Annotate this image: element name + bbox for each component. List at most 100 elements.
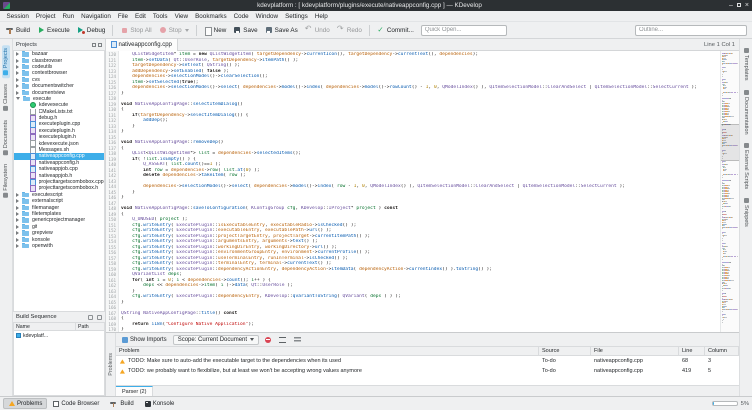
expander-icon[interactable] bbox=[16, 52, 19, 56]
line-number-gutter[interactable]: 1201211221231241251261271281291301311321… bbox=[106, 51, 119, 332]
expander-icon[interactable] bbox=[16, 238, 19, 242]
statusbar-tab-build[interactable]: Build bbox=[105, 398, 138, 410]
problems-column-source[interactable]: Source bbox=[539, 347, 591, 355]
menu-tools[interactable]: Tools bbox=[149, 13, 171, 20]
close-toolview-button[interactable] bbox=[98, 43, 102, 47]
new-button[interactable]: New bbox=[201, 25, 230, 35]
maximize-button[interactable] bbox=[737, 2, 741, 9]
toolview-tab-filesystem[interactable]: Filesystem bbox=[2, 161, 10, 201]
problems-column-column[interactable]: Column bbox=[705, 347, 739, 355]
tree-item-openwith[interactable]: openwith bbox=[14, 243, 104, 249]
save-as-button[interactable]: Save As bbox=[262, 25, 301, 35]
minimap-scrollbar[interactable] bbox=[720, 51, 739, 332]
expander-icon[interactable] bbox=[16, 65, 19, 69]
remove-from-build-sequence-button[interactable] bbox=[97, 315, 102, 320]
build-sequence-column-path[interactable]: Path bbox=[76, 323, 104, 330]
stop-all-button[interactable]: Stop All bbox=[117, 25, 154, 35]
minimize-button[interactable]: – bbox=[729, 2, 733, 9]
expander-icon[interactable] bbox=[16, 206, 19, 210]
menu-edit[interactable]: Edit bbox=[132, 13, 150, 20]
add-to-build-sequence-button[interactable] bbox=[88, 315, 93, 320]
detach-toolview-button[interactable] bbox=[92, 43, 96, 47]
expander-icon[interactable] bbox=[16, 78, 19, 82]
problems-column-file[interactable]: File bbox=[591, 347, 679, 355]
menu-help[interactable]: Help bbox=[311, 13, 331, 20]
expander-icon[interactable] bbox=[16, 97, 20, 100]
stop-button[interactable]: Stop bbox=[156, 25, 192, 35]
menu-session[interactable]: Session bbox=[3, 13, 32, 20]
expander-icon[interactable] bbox=[16, 225, 19, 229]
save-button[interactable]: Save bbox=[230, 25, 260, 35]
menu-project[interactable]: Project bbox=[32, 13, 59, 20]
build-sequence-column-name[interactable]: Name bbox=[14, 323, 76, 330]
chevron-down-icon bbox=[250, 338, 254, 341]
menu-file[interactable]: File bbox=[114, 13, 131, 20]
menu-window[interactable]: Window bbox=[252, 13, 281, 20]
undo-button[interactable]: Undo bbox=[302, 25, 333, 35]
problem-row[interactable]: TODO: Make sure to auto-add the executab… bbox=[116, 356, 739, 366]
line-number: 130 bbox=[106, 107, 116, 113]
scope-dropdown[interactable]: Scope: Current Document bbox=[173, 335, 259, 345]
problems-table-body: TODO: Make sure to auto-add the executab… bbox=[116, 356, 739, 385]
line-number: 158 bbox=[106, 261, 116, 267]
main-area: Projects Classes Documents Filesystem Proje… bbox=[0, 39, 752, 396]
statusbar-tab-problems[interactable]: Problems bbox=[3, 398, 47, 409]
projects-toolview: Projects bazaarclassbrowsercodeutilscont… bbox=[13, 39, 106, 396]
toolview-tab-snippets[interactable]: Snippets bbox=[742, 195, 750, 230]
redo-button[interactable]: Redo bbox=[334, 25, 365, 35]
titlebar[interactable]: kdevplatform : [ kdevplatform/plugins/ex… bbox=[0, 0, 752, 11]
toolview-tab-templates[interactable]: Templates bbox=[742, 45, 750, 84]
execute-button[interactable]: Execute bbox=[34, 25, 73, 35]
debug-button[interactable]: Debug bbox=[74, 25, 109, 35]
commit-button[interactable]: Commit... bbox=[374, 25, 417, 35]
expander-icon[interactable] bbox=[16, 231, 19, 235]
menu-view[interactable]: View bbox=[171, 13, 192, 20]
toolview-tab-external-scripts[interactable]: External Scripts bbox=[742, 140, 750, 192]
show-imports-button[interactable]: Show Imports bbox=[120, 336, 169, 344]
toolview-tab-documentation[interactable]: Documentation bbox=[742, 87, 750, 138]
expander-icon[interactable] bbox=[16, 199, 19, 203]
outline-input[interactable] bbox=[635, 25, 747, 36]
checkbox[interactable] bbox=[16, 333, 21, 338]
expander-icon[interactable] bbox=[16, 212, 19, 216]
line-number: 166 bbox=[106, 305, 116, 311]
severity-filter-button[interactable] bbox=[263, 336, 273, 344]
build-sequence-row[interactable]: kdevplatf... bbox=[14, 331, 104, 340]
close-button[interactable]: × bbox=[745, 2, 749, 9]
folder-icon bbox=[22, 90, 29, 96]
toolview-tab-classes[interactable]: Classes bbox=[2, 81, 10, 114]
build-button[interactable]: Build bbox=[3, 25, 33, 35]
code-editor[interactable]: QListWidgetItem* item = new QListWidgetI… bbox=[119, 51, 720, 332]
toolview-tab-projects[interactable]: Projects bbox=[2, 45, 10, 78]
statusbar-tab-code-browser[interactable]: Code Browser bbox=[48, 399, 104, 409]
flatten-button[interactable] bbox=[292, 336, 303, 344]
minimap-viewport[interactable] bbox=[721, 124, 739, 161]
line-number: 120 bbox=[106, 52, 116, 58]
grouping-button[interactable] bbox=[277, 336, 288, 344]
menu-bookmarks[interactable]: Bookmarks bbox=[192, 13, 231, 20]
expander-icon[interactable] bbox=[16, 84, 19, 88]
problems-table-header: ProblemSourceFileLineColumn bbox=[116, 346, 739, 356]
menu-settings[interactable]: Settings bbox=[282, 13, 312, 20]
statusbar-tab-konsole[interactable]: Konsole bbox=[140, 399, 180, 409]
quick-open-input[interactable] bbox=[421, 25, 507, 36]
expander-icon[interactable] bbox=[16, 218, 19, 222]
problem-row[interactable]: TODO: we probably want to flexibilize, b… bbox=[116, 366, 739, 376]
menu-code[interactable]: Code bbox=[230, 13, 252, 20]
toolbar-separator bbox=[196, 25, 197, 36]
problems-panel: Problems Show Imports Scope: Current Doc… bbox=[106, 332, 739, 396]
expander-icon[interactable] bbox=[16, 244, 19, 248]
expander-icon[interactable] bbox=[16, 71, 19, 75]
expander-icon[interactable] bbox=[16, 59, 19, 63]
menu-navigation[interactable]: Navigation bbox=[78, 13, 115, 20]
expander-icon[interactable] bbox=[16, 193, 19, 197]
parser-tab[interactable]: Parser (2) bbox=[116, 386, 153, 396]
problems-column-problem[interactable]: Problem bbox=[116, 347, 539, 355]
projects-panel-title: Projects bbox=[16, 42, 37, 48]
problems-column-line[interactable]: Line bbox=[679, 347, 705, 355]
toolview-tab-documents[interactable]: Documents bbox=[2, 117, 10, 158]
code-line[interactable]: dependencies->selectionModel()->select( … bbox=[121, 85, 720, 91]
expander-icon[interactable] bbox=[16, 91, 19, 95]
document-tab[interactable]: nativeappconfig.cpp bbox=[106, 39, 178, 51]
menu-run[interactable]: Run bbox=[59, 13, 78, 20]
